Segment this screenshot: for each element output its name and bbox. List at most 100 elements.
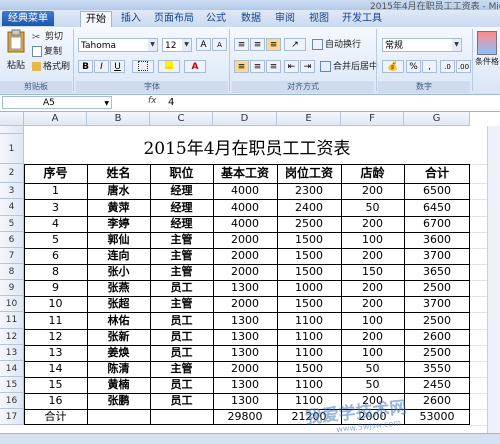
table-cell[interactable]: 1100 <box>277 312 341 329</box>
table-cell[interactable]: 郭仙 <box>87 232 150 248</box>
table-cell[interactable]: 1300 <box>213 393 277 409</box>
table-cell[interactable]: 4000 <box>213 199 277 216</box>
select-all-corner[interactable] <box>0 112 24 126</box>
percent-button[interactable]: % <box>406 60 421 73</box>
row-header-10[interactable]: 10 <box>0 296 24 312</box>
chevron-down-icon[interactable]: ▼ <box>452 39 461 51</box>
fx-icon[interactable]: fx <box>148 96 157 106</box>
table-cell[interactable]: 1500 <box>277 264 341 280</box>
table-cell[interactable]: 4000 <box>213 183 277 199</box>
column-title-cell[interactable]: 职位 <box>150 164 213 183</box>
table-cell[interactable]: 1000 <box>277 280 341 296</box>
total-cell[interactable] <box>150 409 213 425</box>
table-cell[interactable]: 连向 <box>87 248 150 264</box>
table-cell[interactable]: 8 <box>24 264 87 280</box>
table-cell[interactable]: 员工 <box>150 329 213 345</box>
align-top-button[interactable]: ≡ <box>234 38 249 51</box>
table-cell[interactable]: 16 <box>24 393 87 409</box>
table-cell[interactable]: 姜焕 <box>87 345 150 361</box>
table-cell[interactable]: 100 <box>341 345 404 361</box>
align-bottom-button[interactable]: ≡ <box>266 38 281 51</box>
tab-insert[interactable]: 插入 <box>118 11 144 26</box>
column-title-cell[interactable]: 合计 <box>404 164 470 183</box>
table-cell[interactable]: 陈清 <box>87 361 150 377</box>
table-cell[interactable]: 2500 <box>404 345 470 361</box>
italic-button[interactable]: I <box>94 60 109 73</box>
column-header-e[interactable]: E <box>277 112 341 126</box>
table-cell[interactable]: 主管 <box>150 232 213 248</box>
table-cell[interactable]: 员工 <box>150 280 213 296</box>
vertical-scrollbar[interactable] <box>487 126 500 433</box>
name-box[interactable]: A5 ▼ <box>2 96 112 109</box>
row-header-16[interactable]: 16 <box>0 393 24 409</box>
table-cell[interactable]: 张鹏 <box>87 393 150 409</box>
bold-button[interactable]: B <box>78 60 93 73</box>
table-cell[interactable]: 2000 <box>213 248 277 264</box>
tab-developer[interactable]: 开发工具 <box>340 11 384 26</box>
increase-indent-button[interactable]: ⇥ <box>300 60 315 73</box>
formula-input[interactable]: 4 <box>168 96 498 109</box>
table-cell[interactable]: 3 <box>24 199 87 216</box>
table-cell[interactable]: 张超 <box>87 296 150 312</box>
row-header-17[interactable]: 17 <box>0 409 24 425</box>
table-cell[interactable]: 14 <box>24 361 87 377</box>
table-cell[interactable]: 15 <box>24 377 87 393</box>
table-cell[interactable]: 12 <box>24 329 87 345</box>
table-cell[interactable]: 林佑 <box>87 312 150 329</box>
table-cell[interactable]: 3550 <box>404 361 470 377</box>
comma-button[interactable]: , <box>422 60 437 73</box>
table-cell[interactable]: 员工 <box>150 377 213 393</box>
align-right-button[interactable]: ≡ <box>266 60 281 73</box>
font-name-combo[interactable]: Tahoma ▼ <box>78 38 158 52</box>
table-cell[interactable]: 6700 <box>404 216 470 232</box>
total-cell[interactable] <box>87 409 150 425</box>
chevron-down-icon[interactable]: ▼ <box>104 97 109 110</box>
shrink-font-button[interactable]: A <box>212 38 227 51</box>
table-cell[interactable]: 1 <box>24 183 87 199</box>
table-cell[interactable]: 100 <box>341 312 404 329</box>
table-cell[interactable]: 10 <box>24 296 87 312</box>
table-cell[interactable]: 200 <box>341 280 404 296</box>
table-cell[interactable]: 1300 <box>213 377 277 393</box>
row-header-7[interactable]: 7 <box>0 248 24 264</box>
table-cell[interactable]: 50 <box>341 361 404 377</box>
table-cell[interactable]: 3700 <box>404 248 470 264</box>
tab-formulas[interactable]: 公式 <box>203 11 229 26</box>
table-cell[interactable]: 6450 <box>404 199 470 216</box>
row-header-2[interactable]: 2 <box>0 164 24 183</box>
tab-review[interactable]: 审阅 <box>272 11 298 26</box>
cut-button[interactable]: ✂ 剪切 <box>32 31 63 44</box>
tab-view[interactable]: 视图 <box>306 11 332 26</box>
table-cell[interactable]: 主管 <box>150 248 213 264</box>
table-cell[interactable]: 1300 <box>213 312 277 329</box>
column-header-c[interactable]: C <box>150 112 213 126</box>
table-cell[interactable]: 2300 <box>277 183 341 199</box>
table-cell[interactable]: 2450 <box>404 377 470 393</box>
table-cell[interactable]: 2400 <box>277 199 341 216</box>
merge-center-button[interactable]: 合并后居中 <box>320 61 378 74</box>
table-cell[interactable]: 1500 <box>277 232 341 248</box>
table-cell[interactable]: 1500 <box>277 296 341 312</box>
number-format-combo[interactable]: 常规 ▼ <box>382 38 462 52</box>
table-cell[interactable]: 200 <box>341 216 404 232</box>
table-cell[interactable]: 100 <box>341 232 404 248</box>
decrease-decimal-button[interactable]: .00 <box>456 60 471 73</box>
column-header-g[interactable]: G <box>404 112 470 126</box>
table-cell[interactable]: 2000 <box>213 232 277 248</box>
table-cell[interactable]: 50 <box>341 199 404 216</box>
table-cell[interactable]: 李婷 <box>87 216 150 232</box>
increase-decimal-button[interactable]: .0 <box>440 60 455 73</box>
table-cell[interactable]: 3600 <box>404 232 470 248</box>
table-cell[interactable]: 3650 <box>404 264 470 280</box>
row-header-8[interactable]: 8 <box>0 264 24 280</box>
tab-page-layout[interactable]: 页面布局 <box>152 11 196 26</box>
table-cell[interactable]: 主管 <box>150 361 213 377</box>
total-cell[interactable]: 53000 <box>404 409 470 425</box>
tab-classic-menu[interactable]: 经典菜单 <box>2 11 54 26</box>
table-cell[interactable]: 2500 <box>404 280 470 296</box>
table-cell[interactable]: 1500 <box>277 248 341 264</box>
conditional-format-button[interactable]: 条件格 <box>474 31 500 68</box>
underline-button[interactable]: U <box>110 60 125 73</box>
tab-home[interactable]: 开始 <box>80 11 112 27</box>
table-cell[interactable]: 2500 <box>277 216 341 232</box>
